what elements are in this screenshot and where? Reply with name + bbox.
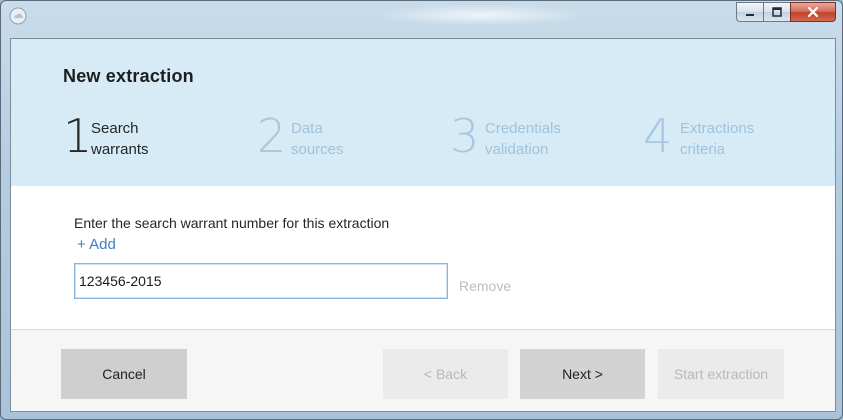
close-icon: [807, 6, 819, 18]
step-label-line1: Data: [291, 120, 323, 137]
page-title: New extraction: [63, 66, 194, 86]
maximize-icon: [772, 7, 782, 17]
remove-warrant-link[interactable]: Remove: [459, 278, 511, 294]
step-label-line1: Search: [91, 120, 139, 137]
start-extraction-button[interactable]: Start extraction: [658, 349, 784, 399]
step-label-line2: criteria: [680, 141, 726, 158]
step-number: 3: [450, 109, 480, 163]
step-label-line1: Extractions: [680, 120, 755, 137]
back-button[interactable]: < Back: [383, 349, 508, 399]
step-label: Credentials validation: [485, 118, 595, 160]
step-label: Data sources: [291, 118, 401, 160]
step-label-line2: warrants: [91, 141, 149, 158]
wizard-header: New extraction 1 Search warrants 2 Data …: [11, 39, 835, 186]
next-button[interactable]: Next >: [520, 349, 645, 399]
title-bar-blur: [381, 5, 581, 25]
step-label-line2: validation: [485, 141, 549, 158]
minimize-icon: [746, 14, 754, 16]
step-number: 1: [63, 109, 93, 163]
close-button[interactable]: [790, 2, 836, 22]
warrant-instruction: Enter the search warrant number for this…: [74, 215, 390, 231]
window-frame: New extraction 1 Search warrants 2 Data …: [0, 0, 843, 420]
cloud-app-icon: [9, 7, 27, 25]
step-label: Extractions criteria: [680, 118, 790, 160]
step-label: Search warrants: [91, 118, 201, 160]
step-number: 4: [643, 109, 673, 163]
warrant-number-input[interactable]: [74, 263, 448, 299]
maximize-button[interactable]: [763, 2, 790, 22]
add-warrant-link[interactable]: + Add: [77, 236, 116, 253]
step-label-line2: sources: [291, 141, 344, 158]
window-controls: [736, 2, 836, 22]
step-label-line1: Credentials: [485, 120, 561, 137]
minimize-button[interactable]: [736, 2, 763, 22]
cancel-button[interactable]: Cancel: [61, 349, 187, 399]
step-number: 2: [257, 109, 287, 163]
dialog-client: New extraction 1 Search warrants 2 Data …: [10, 38, 836, 412]
